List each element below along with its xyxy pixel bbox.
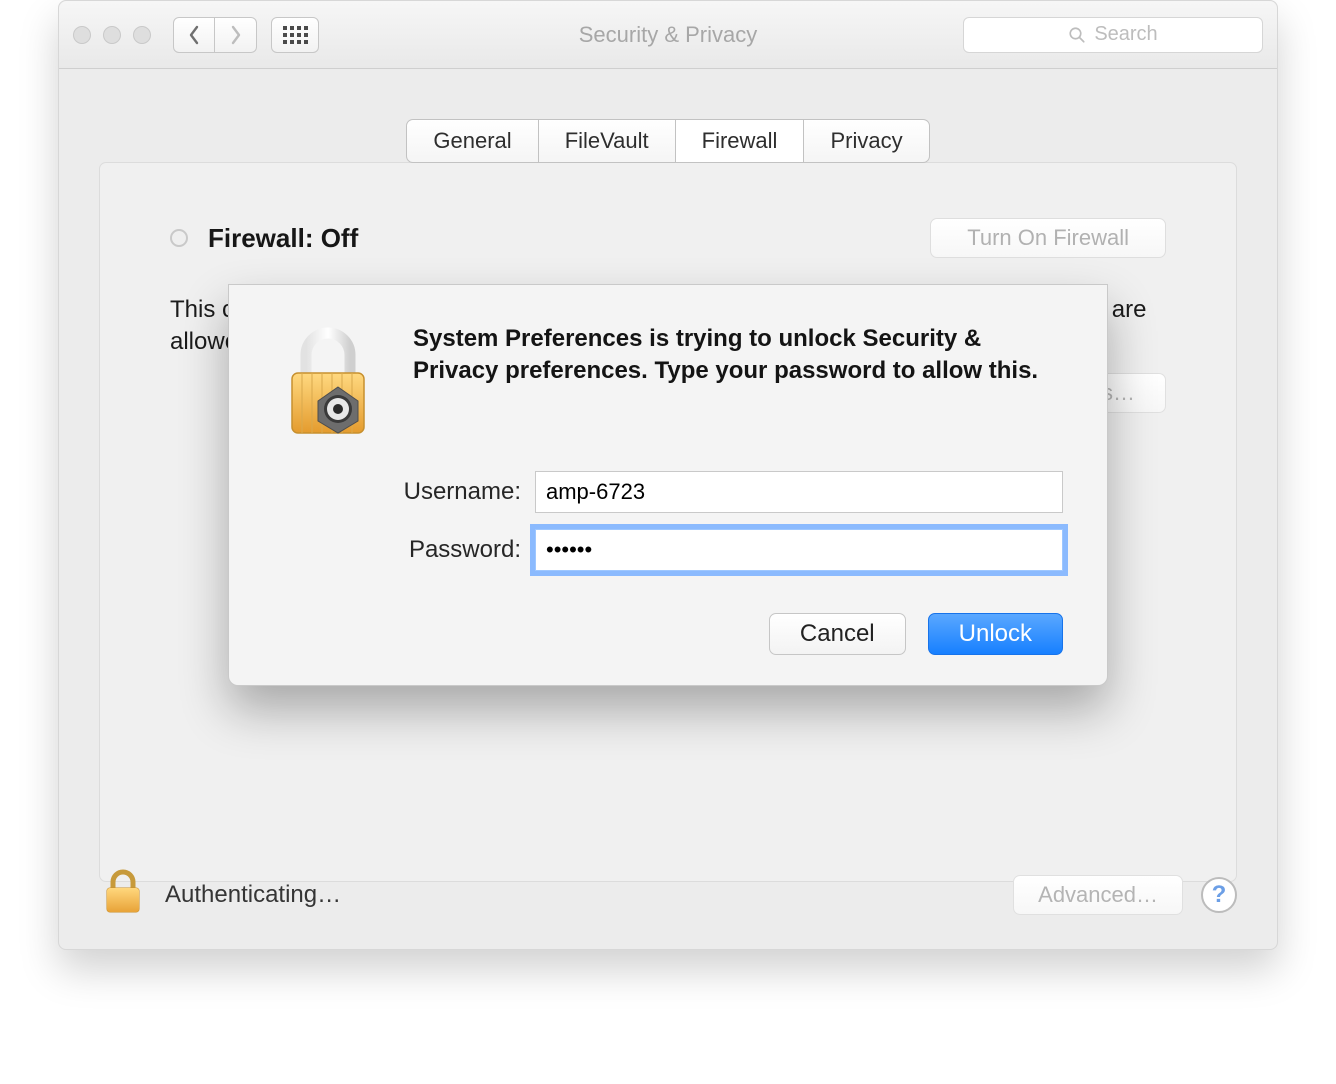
username-label: Username:	[361, 478, 521, 506]
tab-filevault[interactable]: FileVault	[539, 119, 676, 163]
help-button[interactable]: ?	[1201, 877, 1237, 913]
back-button[interactable]	[173, 17, 215, 53]
close-window-button[interactable]	[73, 26, 91, 44]
forward-button[interactable]	[215, 17, 257, 53]
lock-toggle[interactable]	[99, 868, 147, 921]
auth-form: Username: Password:	[361, 471, 1063, 571]
cancel-button[interactable]: Cancel	[769, 613, 906, 655]
show-all-button[interactable]	[271, 17, 319, 53]
search-icon	[1068, 26, 1086, 44]
nav-buttons	[173, 17, 257, 53]
status-indicator-icon	[170, 229, 188, 247]
tab-general[interactable]: General	[406, 119, 538, 163]
password-input[interactable]	[535, 529, 1063, 571]
zoom-window-button[interactable]	[133, 26, 151, 44]
turn-on-firewall-button[interactable]: Turn On Firewall	[930, 218, 1166, 258]
tab-bar: General FileVault Firewall Privacy	[99, 119, 1237, 163]
auth-dialog: System Preferences is trying to unlock S…	[228, 284, 1108, 686]
preferences-window: Security & Privacy Search General FileVa…	[58, 0, 1278, 950]
chevron-right-icon	[229, 25, 243, 45]
minimize-window-button[interactable]	[103, 26, 121, 44]
tab-privacy[interactable]: Privacy	[804, 119, 929, 163]
grid-icon	[283, 26, 308, 44]
password-label: Password:	[361, 536, 521, 564]
auth-message: System Preferences is trying to unlock S…	[413, 323, 1063, 443]
auth-lock-icon	[273, 323, 383, 443]
username-input[interactable]	[535, 471, 1063, 513]
dialog-buttons: Cancel Unlock	[273, 613, 1063, 655]
content-area: General FileVault Firewall Privacy Firew…	[59, 69, 1277, 949]
lock-status-text: Authenticating…	[165, 881, 341, 909]
search-placeholder: Search	[1094, 23, 1157, 46]
footer: Authenticating… Advanced… ?	[99, 868, 1237, 921]
toolbar: Security & Privacy Search	[59, 1, 1277, 69]
tab-firewall[interactable]: Firewall	[676, 119, 805, 163]
advanced-button[interactable]: Advanced…	[1013, 875, 1183, 915]
window-controls	[73, 26, 151, 44]
chevron-left-icon	[187, 25, 201, 45]
firewall-status-label: Firewall: Off	[208, 223, 358, 254]
firewall-status-row: Firewall: Off Turn On Firewall	[170, 218, 1166, 258]
lock-icon	[99, 868, 147, 916]
search-field[interactable]: Search	[963, 17, 1263, 53]
unlock-button[interactable]: Unlock	[928, 613, 1063, 655]
